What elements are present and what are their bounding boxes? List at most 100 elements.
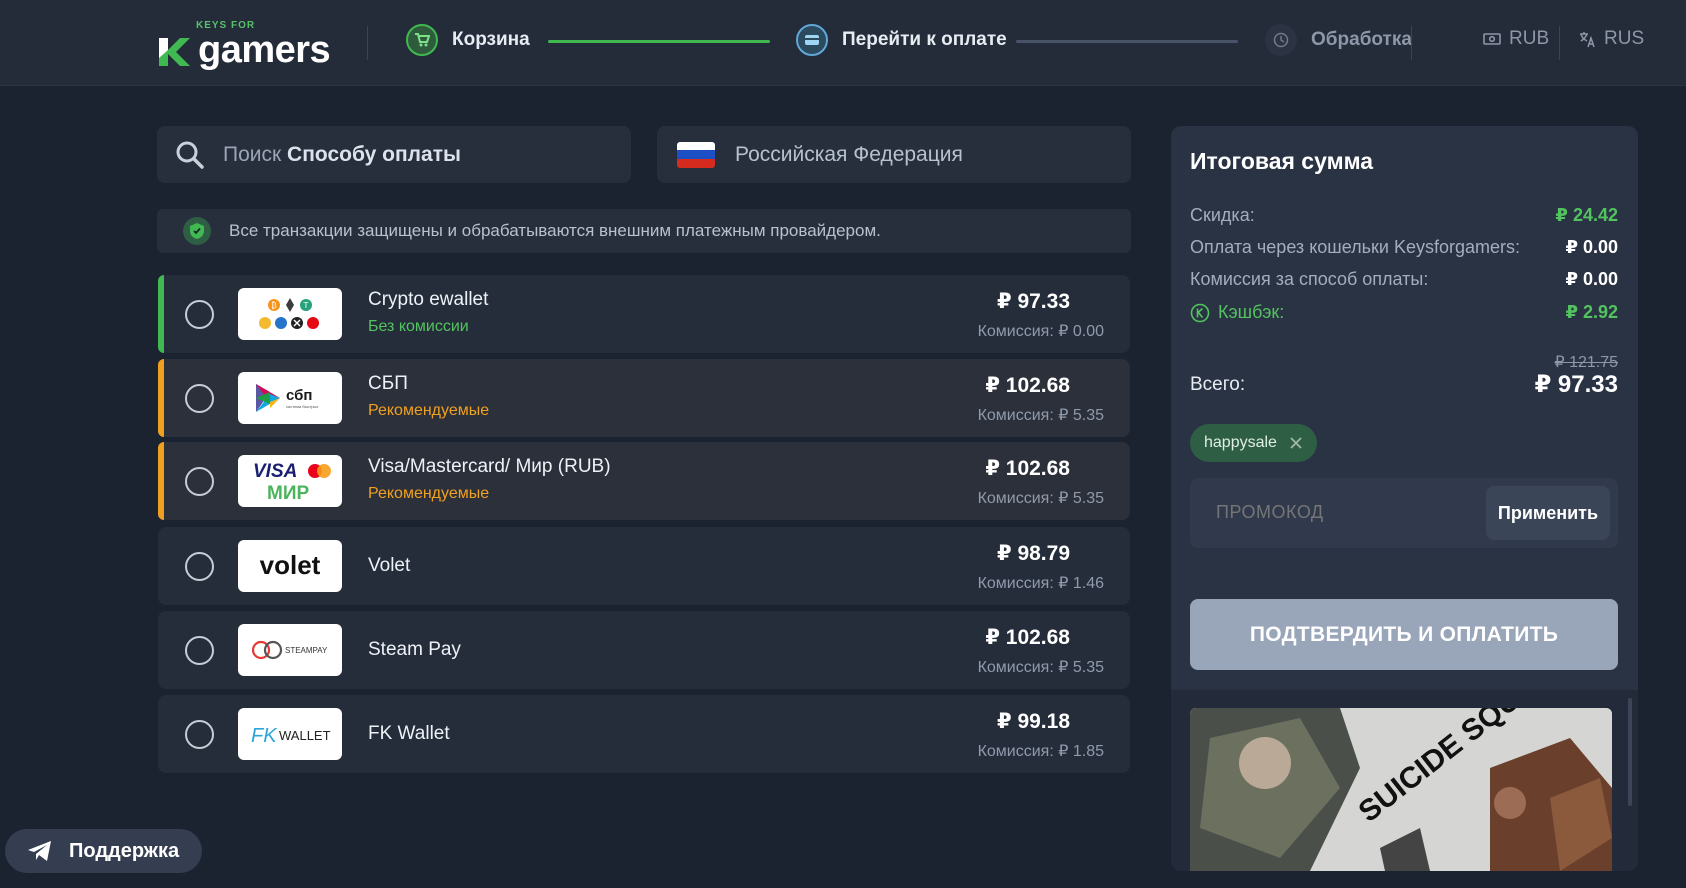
- svg-text:₿: ₿: [271, 300, 277, 310]
- svg-text:WALLET: WALLET: [279, 728, 331, 743]
- cashback-value: ₽ 2.92: [1565, 302, 1618, 322]
- row-accent: [158, 275, 164, 353]
- payment-price: ₽ 98.79: [997, 542, 1070, 565]
- language-selector[interactable]: RUS: [1578, 28, 1644, 50]
- payment-tag: Рекомендуемые: [368, 485, 490, 502]
- payment-name: Steam Pay: [368, 639, 461, 660]
- discount-label: Скидка:: [1190, 205, 1255, 225]
- country-name: Российская Федерация: [735, 142, 963, 166]
- payment-price: ₽ 97.33: [997, 290, 1070, 313]
- payment-radio[interactable]: [185, 300, 214, 329]
- row-accent: [158, 359, 164, 437]
- game-cover-image[interactable]: SUICIDE SQUAD: [1190, 708, 1612, 871]
- fee-value: ₽ 0.00: [1565, 269, 1618, 289]
- summary-discount-row: Скидка: ₽ 24.42: [1190, 205, 1618, 226]
- logo-k-icon: [159, 38, 190, 66]
- cashback-label: Кэшбэк:: [1218, 302, 1285, 322]
- svg-text:VISA: VISA: [253, 461, 297, 482]
- payment-name: СБП: [368, 373, 408, 394]
- fkwallet-logo: FK WALLET: [238, 708, 342, 760]
- progress-line-pending: [1016, 40, 1238, 43]
- header-divider: [367, 26, 368, 60]
- confirm-and-pay-button[interactable]: ПОДТВЕРДИТЬ И ОПЛАТИТЬ: [1190, 599, 1618, 670]
- total-label: Всего:: [1190, 374, 1246, 395]
- payment-fee: Комиссия: ₽ 1.85: [977, 743, 1104, 760]
- promo-code-box: Применить: [1190, 478, 1618, 548]
- wallet-value: ₽ 0.00: [1565, 237, 1618, 257]
- svg-text:STEAMPAY: STEAMPAY: [285, 646, 328, 655]
- svg-text:volet: volet: [260, 550, 321, 580]
- svg-text:FK: FK: [251, 725, 278, 747]
- translate-icon: [1580, 32, 1595, 48]
- step-payment[interactable]: Перейти к оплате: [796, 24, 1007, 56]
- currency-selector[interactable]: RUB: [1483, 28, 1549, 50]
- telegram-icon: [28, 841, 51, 861]
- promo-code-input[interactable]: [1216, 502, 1476, 523]
- payment-radio[interactable]: [185, 552, 214, 581]
- payment-option-volet[interactable]: volet Volet ₽ 98.79 Комиссия: ₽ 1.46: [158, 527, 1130, 605]
- visa-mir-logo: VISA МИР: [238, 455, 342, 507]
- search-placeholder: Поиск Способу оплаты: [223, 142, 461, 166]
- cashback-icon: [1190, 303, 1210, 322]
- discount-value: ₽ 24.42: [1555, 205, 1618, 225]
- payment-fee: Комиссия: ₽ 5.35: [977, 659, 1104, 676]
- clock-icon: [1265, 24, 1297, 56]
- sbp-logo: сбп система быстрых: [238, 372, 342, 424]
- shield-icon: [183, 217, 211, 245]
- svg-text:сбп: сбп: [286, 387, 312, 404]
- payment-price: ₽ 102.68: [985, 457, 1070, 480]
- panel-scrollbar[interactable]: [1628, 698, 1632, 806]
- total-value: ₽ 97.33: [1534, 371, 1618, 398]
- row-accent: [158, 442, 164, 520]
- cart-item-area: SUICIDE SQUAD: [1171, 690, 1638, 871]
- security-notice-text: Все транзакции защищены и обрабатываются…: [229, 221, 881, 240]
- payment-name: Visa/Mastercard/ Мир (RUB): [368, 456, 611, 477]
- payment-fee: Комиссия: ₽ 5.35: [977, 490, 1104, 507]
- payment-price: ₽ 102.68: [985, 626, 1070, 649]
- progress-line-done: [548, 40, 770, 43]
- old-total-price: ₽ 121.75: [1554, 354, 1618, 371]
- apply-promo-button[interactable]: Применить: [1486, 486, 1610, 540]
- payment-radio[interactable]: [185, 720, 214, 749]
- header-divider: [1559, 26, 1560, 60]
- summary-cashback-row: Кэшбэк: ₽ 2.92: [1190, 302, 1618, 323]
- language-label: RUS: [1604, 28, 1645, 49]
- cashback-label-wrap: Кэшбэк:: [1190, 302, 1284, 323]
- remove-promo-close-icon[interactable]: [1289, 436, 1303, 450]
- search-icon: [176, 141, 204, 169]
- step-processing[interactable]: Обработка: [1265, 24, 1412, 56]
- payment-name: Volet: [368, 555, 411, 576]
- payment-name: FK Wallet: [368, 723, 450, 744]
- payment-option-steampay[interactable]: STEAMPAY Steam Pay ₽ 102.68 Комиссия: ₽ …: [158, 611, 1130, 689]
- step-processing-label: Обработка: [1311, 29, 1412, 50]
- payment-radio[interactable]: [185, 467, 214, 496]
- site-logo[interactable]: KEYS FOR gamers: [156, 18, 331, 71]
- wallet-label: Оплата через кошельки Keysforgamers:: [1190, 237, 1520, 257]
- steampay-logo: STEAMPAY: [238, 624, 342, 676]
- svg-text:система быстрых: система быстрых: [286, 404, 318, 409]
- payment-name: Crypto ewallet: [368, 289, 489, 310]
- step-cart[interactable]: Корзина: [406, 24, 530, 56]
- payment-tag: Рекомендуемые: [368, 402, 490, 419]
- cart-icon: [406, 24, 438, 56]
- payment-radio[interactable]: [185, 636, 214, 665]
- payment-option-crypto[interactable]: ₿ T Crypto ewallet Без комиссии ₽ 97.33 …: [158, 275, 1130, 353]
- payment-price: ₽ 102.68: [985, 374, 1070, 397]
- applied-promo-chip: happysale: [1190, 424, 1317, 462]
- payment-option-fkwallet[interactable]: FK WALLET FK Wallet ₽ 99.18 Комиссия: ₽ …: [158, 695, 1130, 773]
- country-selector[interactable]: Российская Федерация: [657, 126, 1131, 183]
- payment-fee: Комиссия: ₽ 0.00: [977, 323, 1104, 340]
- payment-option-visa-mir[interactable]: VISA МИР Visa/Mastercard/ Мир (RUB) Реко…: [158, 442, 1130, 520]
- support-button[interactable]: Поддержка: [5, 829, 202, 873]
- payment-search-input[interactable]: Поиск Способу оплаты: [157, 126, 631, 183]
- payment-radio[interactable]: [185, 384, 214, 413]
- payment-fee: Комиссия: ₽ 5.35: [977, 407, 1104, 424]
- fee-label: Комиссия за способ оплаты:: [1190, 269, 1429, 289]
- order-summary-panel: Итоговая сумма Скидка: ₽ 24.42 Оплата че…: [1171, 126, 1638, 871]
- header-divider: [1411, 26, 1412, 60]
- payment-option-sbp[interactable]: сбп система быстрых СБП Рекомендуемые ₽ …: [158, 359, 1130, 437]
- volet-logo: volet: [238, 540, 342, 592]
- summary-fee-row: Комиссия за способ оплаты: ₽ 0.00: [1190, 269, 1618, 290]
- logo-text: gamers: [198, 29, 331, 71]
- payment-tag: Без комиссии: [368, 318, 469, 335]
